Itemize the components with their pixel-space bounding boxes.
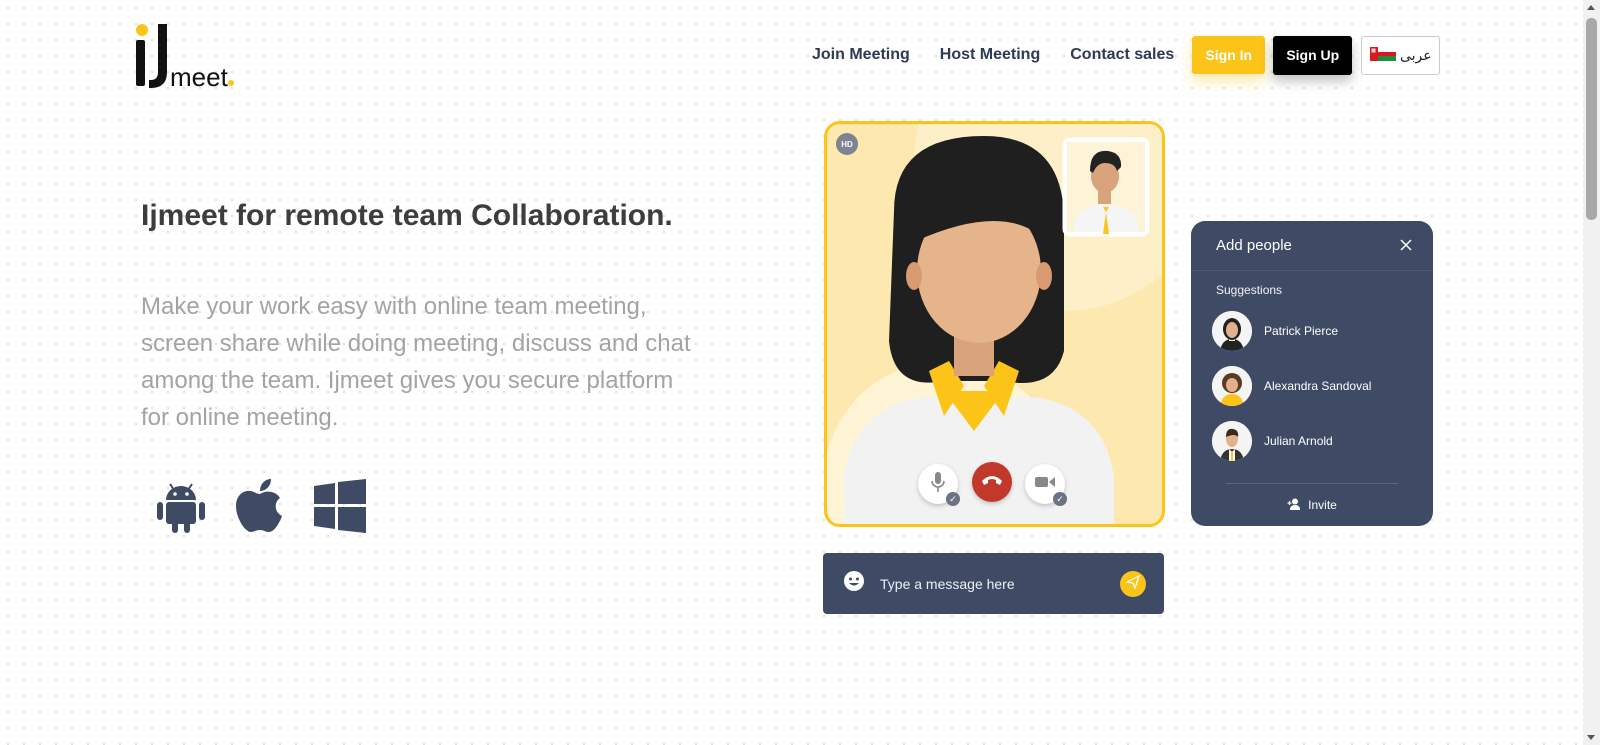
send-button[interactable] [1120,571,1146,597]
send-icon [1125,574,1141,594]
suggestion-name: Patrick Pierce [1264,323,1339,338]
nav-join-meeting[interactable]: Join Meeting [812,46,910,64]
hero-description: Make your work easy with online team mee… [141,293,691,431]
chat-input-bar: Type a message here [823,553,1164,614]
check-icon: ✓ [1053,492,1067,506]
apple-icon[interactable] [236,478,284,539]
emoji-icon[interactable] [843,570,865,597]
add-people-title: Add people [1191,221,1433,271]
suggestion-name: Alexandra Sandoval [1264,378,1372,393]
microphone-icon [930,471,946,498]
check-icon: ✓ [946,492,960,506]
suggestion-item[interactable]: Alexandra Sandoval [1191,358,1433,413]
sign-up-button[interactable]: Sign Up [1273,35,1353,75]
avatar [1212,420,1252,461]
camera-button[interactable]: ✓ [1025,464,1067,506]
suggestion-item[interactable]: Julian Arnold [1191,413,1433,468]
suggestion-item[interactable]: Patrick Pierce [1191,303,1433,358]
end-call-button[interactable] [972,462,1012,502]
android-icon[interactable] [156,478,206,539]
hd-badge: HD [836,133,858,155]
add-people-panel: Add people Suggestions Patrick Pierce Al… [1191,221,1433,526]
end-call-icon [981,473,1003,491]
microphone-button[interactable]: ✓ [918,464,960,506]
close-icon[interactable] [1399,238,1413,252]
nav-host-meeting[interactable]: Host Meeting [940,46,1040,64]
platform-icons [156,478,366,539]
hero-title: Ijmeet for remote team Collaboration. [141,199,673,232]
language-label: عربى [1399,46,1432,63]
video-call-preview: HD ✓ ✓ [824,121,1165,527]
scroll-up-arrow[interactable] [1587,5,1595,10]
windows-icon[interactable] [314,479,366,538]
camera-icon [1034,475,1056,494]
message-input[interactable]: Type a message here [880,576,1015,592]
scroll-thumb[interactable] [1586,18,1597,220]
invite-label: Invite [1308,498,1337,512]
suggestion-name: Julian Arnold [1264,433,1333,448]
scroll-down-arrow[interactable] [1587,735,1595,740]
avatar [1212,365,1252,406]
top-nav: Join Meeting Host Meeting Contact sales … [812,35,1441,75]
logo-text: meet [170,62,229,92]
sign-in-button[interactable]: Sign In [1192,36,1266,74]
ijmeet-logo[interactable]: meet [136,22,246,92]
nav-contact-sales[interactable]: Contact sales [1070,46,1174,64]
avatar [1212,310,1252,351]
invite-button[interactable]: Invite [1226,483,1398,526]
oman-flag-icon [1369,46,1396,64]
add-person-icon [1287,498,1301,513]
page-scrollbar[interactable] [1583,0,1600,745]
language-button[interactable]: عربى [1361,35,1441,75]
suggestions-label: Suggestions [1216,283,1283,297]
